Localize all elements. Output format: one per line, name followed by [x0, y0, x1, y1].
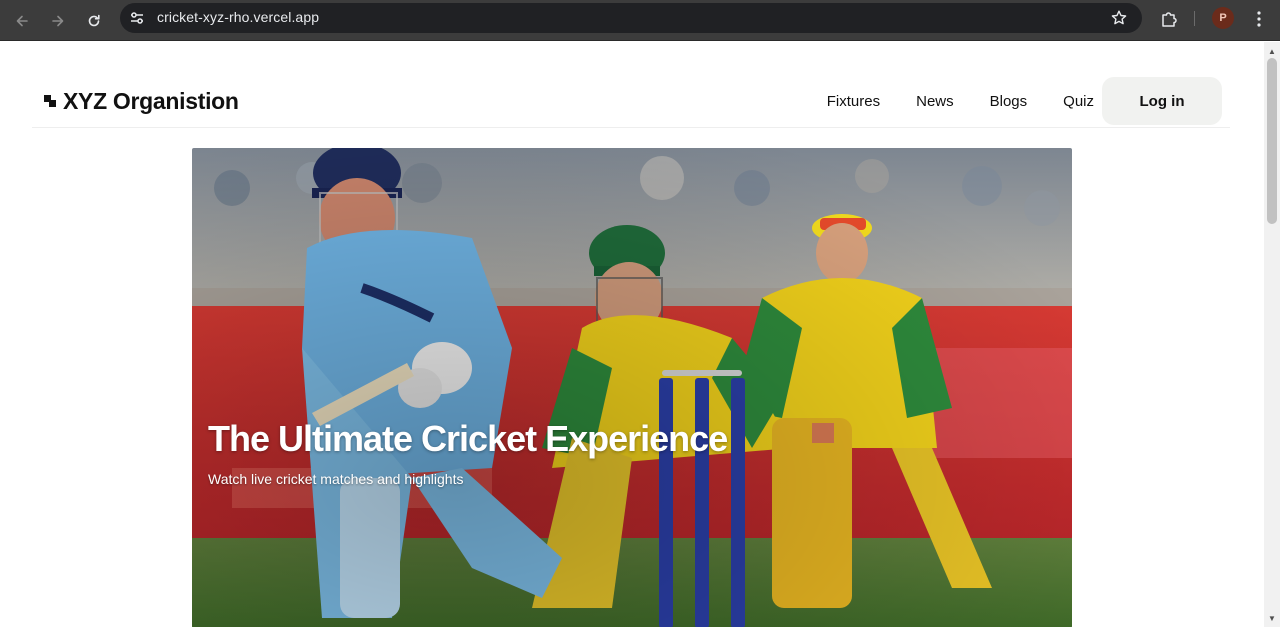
- hero-banner: The Ultimate Cricket Experience Watch li…: [192, 148, 1072, 627]
- hero-image: [192, 148, 1072, 627]
- toolbar-divider: [1194, 11, 1195, 26]
- browser-toolbar: cricket-xyz-rho.vercel.app P: [0, 0, 1280, 41]
- page-scrollbar[interactable]: ▲ ▼: [1264, 42, 1280, 627]
- hero-title: The Ultimate Cricket Experience: [208, 418, 728, 459]
- nav-link-quiz[interactable]: Quiz: [1063, 93, 1094, 110]
- address-bar[interactable]: cricket-xyz-rho.vercel.app: [120, 3, 1142, 33]
- back-button[interactable]: [9, 8, 35, 34]
- tune-icon[interactable]: [128, 9, 146, 27]
- site-header: XYZ Organistion Fixtures News Blogs Quiz…: [32, 76, 1230, 128]
- scroll-down-arrow-icon[interactable]: ▼: [1264, 611, 1280, 625]
- scrollbar-thumb[interactable]: [1267, 58, 1277, 224]
- reload-icon: [88, 14, 100, 27]
- arrow-left-icon: [16, 15, 28, 27]
- reload-button[interactable]: [81, 8, 107, 34]
- hero-subtitle: Watch live cricket matches and highlight…: [208, 471, 464, 487]
- nav-link-fixtures[interactable]: Fixtures: [827, 93, 880, 110]
- logo-mark-icon: [44, 95, 57, 108]
- kebab-menu-icon[interactable]: [1250, 8, 1268, 30]
- scroll-up-arrow-icon[interactable]: ▲: [1264, 44, 1280, 58]
- nav-link-news[interactable]: News: [916, 93, 954, 110]
- arrow-right-icon: [52, 15, 64, 27]
- login-button[interactable]: Log in: [1102, 77, 1222, 125]
- star-icon[interactable]: [1110, 9, 1128, 27]
- page-viewport: XYZ Organistion Fixtures News Blogs Quiz…: [0, 42, 1264, 627]
- nav-link-blogs[interactable]: Blogs: [990, 93, 1028, 110]
- site-logo[interactable]: XYZ Organistion: [44, 88, 239, 115]
- profile-avatar[interactable]: P: [1212, 7, 1234, 29]
- puzzle-icon[interactable]: [1158, 8, 1180, 30]
- logo-text: XYZ Organistion: [63, 88, 239, 114]
- main-nav: Fixtures News Blogs Quiz Log in: [827, 76, 1230, 126]
- forward-button[interactable]: [45, 8, 71, 34]
- url-text[interactable]: cricket-xyz-rho.vercel.app: [157, 9, 319, 25]
